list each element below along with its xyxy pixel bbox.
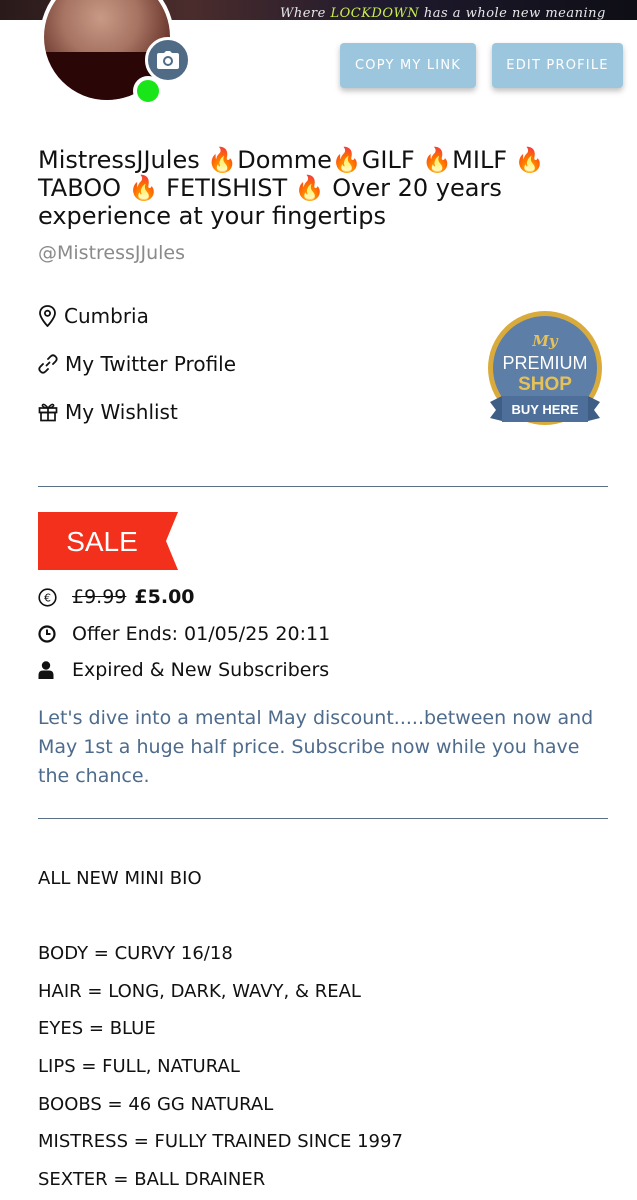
euro-icon: € (38, 587, 57, 607)
offer-ends-text: Offer Ends: 01/05/25 20:11 (72, 623, 331, 645)
online-status-dot (133, 76, 163, 106)
sale-tag: SALE (38, 512, 178, 570)
premium-shop-badge[interactable]: My PREMIUM SHOP BUY HERE (486, 310, 604, 432)
location-row: Cumbria (38, 304, 149, 328)
shop-badge-my: My (531, 332, 559, 350)
banner-tagline: Where LOCKDOWN has a whole new meaning (280, 6, 606, 20)
bio-line: MISTRESS = FULLY TRAINED SINCE 1997 (38, 1131, 403, 1152)
price-row: € £9.99 £5.00 (38, 586, 195, 608)
shop-badge-ribbon: BUY HERE (512, 402, 579, 417)
bio-heading: ALL NEW MINI BIO (38, 868, 202, 889)
twitter-link[interactable]: My Twitter Profile (65, 352, 236, 376)
section-divider (38, 486, 608, 487)
clock-icon (38, 625, 56, 643)
gift-icon (38, 403, 58, 422)
offer-ends-row: Offer Ends: 01/05/25 20:11 (38, 623, 330, 645)
user-icon (38, 661, 54, 679)
profile-handle: @MistressJJules (38, 242, 186, 264)
bio-line: HAIR = LONG, DARK, WAVY, & REAL (38, 981, 361, 1002)
bio-line: SEXTER = BALL DRAINER (38, 1169, 266, 1190)
twitter-row[interactable]: My Twitter Profile (38, 352, 236, 376)
old-price: £9.99 (72, 586, 127, 608)
bio-line: EYES = BLUE (38, 1018, 156, 1039)
edit-profile-button[interactable]: EDIT PROFILE (492, 43, 623, 88)
new-price: £5.00 (134, 586, 195, 608)
banner-highlight: LOCKDOWN (330, 6, 420, 20)
location-label: Cumbria (64, 304, 149, 328)
bio-line: BOOBS = 46 GG NATURAL (38, 1094, 274, 1115)
promo-text: Let's dive into a mental May discount...… (38, 707, 594, 787)
wishlist-row[interactable]: My Wishlist (38, 400, 178, 424)
svg-text:€: € (44, 591, 51, 604)
audience-text: Expired & New Subscribers (72, 659, 330, 681)
profile-title: MistressJJules 🔥Domme🔥GILF 🔥MILF 🔥 TABOO… (38, 146, 545, 230)
copy-link-button[interactable]: COPY MY LINK (340, 43, 476, 88)
sale-tag-label: SALE (66, 526, 138, 557)
bio-line: LIPS = FULL, NATURAL (38, 1056, 240, 1077)
shop-badge-premium: PREMIUM (503, 353, 588, 373)
wishlist-link[interactable]: My Wishlist (65, 400, 178, 424)
section-divider (38, 818, 608, 819)
map-pin-icon (39, 305, 56, 327)
audience-row: Expired & New Subscribers (38, 659, 329, 681)
bio-line: BODY = CURVY 16/18 (38, 943, 233, 964)
shop-badge-shop: SHOP (518, 374, 572, 395)
link-icon (38, 354, 58, 374)
camera-icon (157, 51, 179, 69)
